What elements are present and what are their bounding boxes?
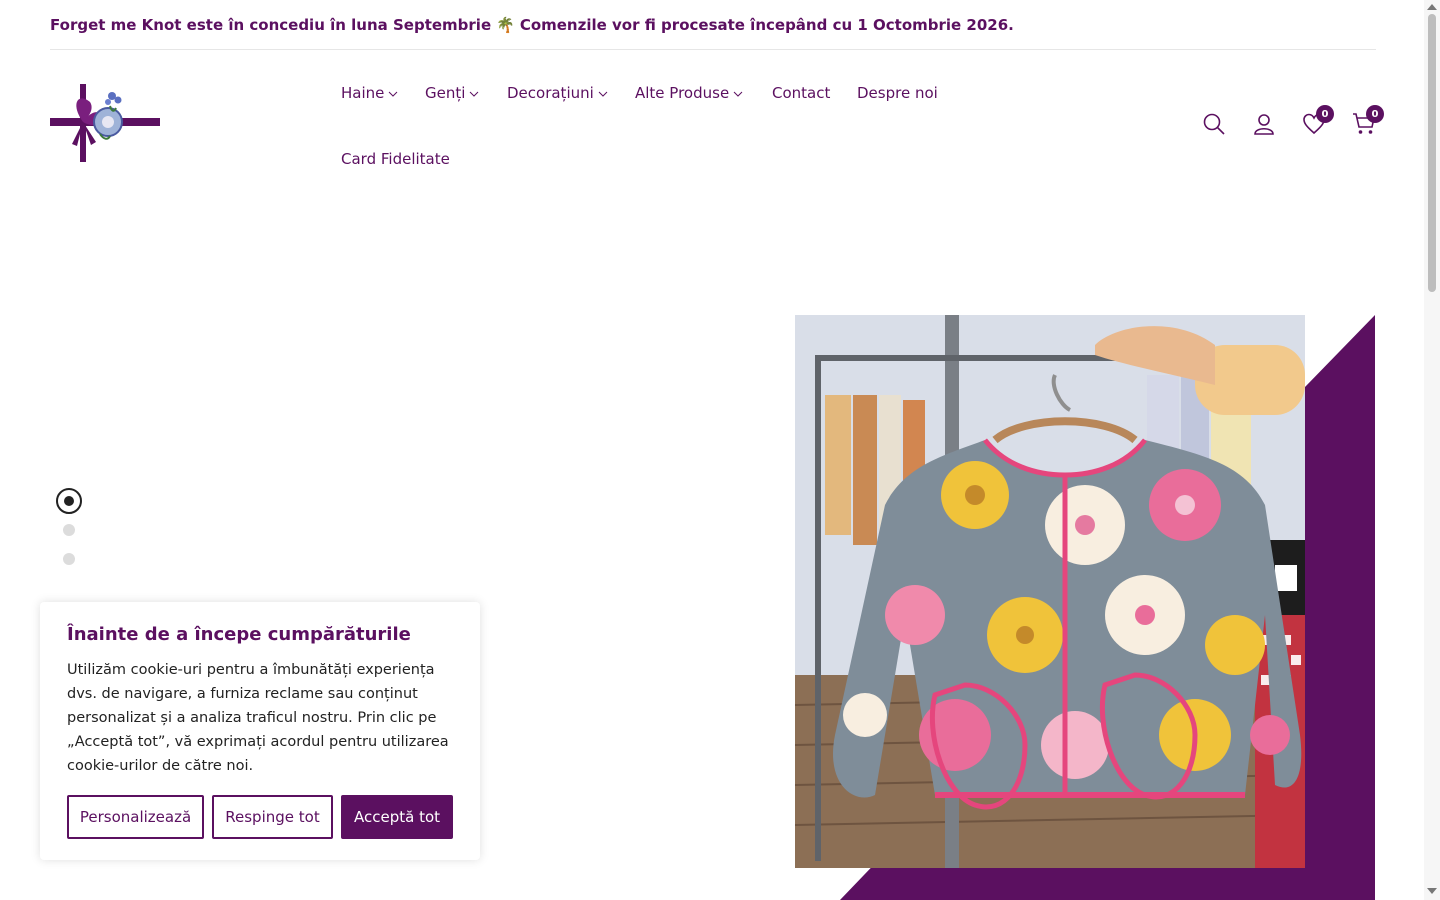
- palm-tree-emoji: 🌴: [496, 15, 515, 34]
- nav-item-genti[interactable]: Genți: [425, 83, 479, 103]
- hero-product-photo[interactable]: [795, 315, 1305, 868]
- nav-item-alte-produse[interactable]: Alte Produse: [635, 83, 743, 103]
- cookie-consent-banner: Înainte de a începe cumpărăturile Utiliz…: [40, 602, 480, 860]
- reject-all-button[interactable]: Respinge tot: [212, 795, 333, 839]
- page-scrollbar[interactable]: [1424, 0, 1440, 900]
- nav-item-decoratiuni[interactable]: Decorațiuni: [507, 83, 608, 103]
- search-button[interactable]: [1202, 112, 1226, 136]
- nav-item-label: Contact: [772, 84, 831, 102]
- announcement-text-after: Comenzile vor fi procesate începând cu 1…: [519, 15, 1014, 34]
- logo-ribbon-flower-image: [50, 84, 160, 162]
- chevron-down-icon: [733, 91, 743, 97]
- cart-count-badge: 0: [1366, 105, 1384, 123]
- scrollbar-thumb[interactable]: [1428, 14, 1436, 292]
- nav-item-label: Alte Produse: [635, 84, 730, 102]
- nav-item-label: Despre noi: [857, 84, 938, 102]
- chevron-down-icon: [389, 91, 398, 97]
- cookie-description: Utilizăm cookie-uri pentru a îmbunătăți …: [67, 662, 449, 774]
- nav-item-label: Haine: [341, 84, 385, 102]
- chevron-down-icon: [470, 91, 479, 97]
- site-logo[interactable]: [50, 82, 162, 164]
- announcement-bar: Forget me Knot este în concediu în luna …: [50, 0, 1376, 50]
- scroll-up-arrow-icon[interactable]: [1427, 4, 1437, 10]
- slider-dot-1[interactable]: [56, 488, 82, 514]
- wishlist-count-badge: 0: [1316, 105, 1334, 123]
- scroll-down-arrow-icon[interactable]: [1427, 888, 1437, 894]
- accept-all-button[interactable]: Acceptă tot: [341, 795, 453, 839]
- slider-dot-3[interactable]: [63, 553, 75, 565]
- cookie-title: Înainte de a începe cumpărăturile: [67, 624, 411, 645]
- nav-item-contact[interactable]: Contact: [772, 83, 830, 103]
- nav-item-label: Genți: [425, 84, 466, 102]
- slider-dot-2[interactable]: [63, 524, 75, 536]
- search-icon: [1203, 113, 1225, 135]
- user-icon: [1254, 114, 1274, 135]
- nav-item-despre-noi[interactable]: Despre noi: [857, 83, 938, 103]
- customize-cookies-button[interactable]: Personalizează: [67, 795, 204, 839]
- nav-item-label: Card Fidelitate: [341, 150, 450, 168]
- chevron-down-icon: [598, 91, 608, 97]
- floral-jacket-image: [795, 315, 1305, 868]
- nav-item-label: Decorațiuni: [507, 84, 594, 102]
- nav-item-haine[interactable]: Haine: [341, 83, 398, 103]
- account-button[interactable]: [1252, 112, 1276, 136]
- nav-item-card-fidelitate[interactable]: Card Fidelitate: [341, 149, 450, 169]
- announcement-text-before: Forget me Knot este în concediu în luna …: [50, 15, 492, 34]
